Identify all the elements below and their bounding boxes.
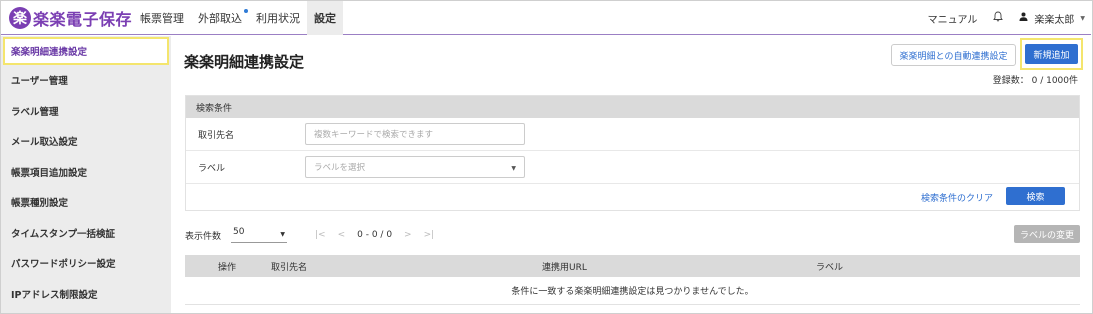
main-content: 楽楽明細連携設定 楽楽明細との自動連携設定 新規追加 登録数： 0 / 1000… <box>172 36 1092 313</box>
sidebar-item-label: ユーザー管理 <box>11 76 68 88</box>
registration-count: 登録数： 0 / 1000件 <box>992 76 1078 86</box>
nav-item-label: 利用状況 <box>256 12 300 25</box>
sidebar-item-label: パスワードポリシー設定 <box>11 259 116 271</box>
label-select-placeholder: ラベルを選択 <box>314 163 366 173</box>
chevron-down-icon: ▼ <box>511 165 516 172</box>
sidebar-item-label: 帳票項目追加設定 <box>11 167 88 179</box>
chevron-down-icon: ▼ <box>280 231 286 238</box>
sidebar-item-ip-restriction[interactable]: IPアドレス制限設定 <box>1 279 171 310</box>
sidebar-item-password-policy[interactable]: パスワードポリシー設定 <box>1 248 171 279</box>
sidebar-item-label: タイムスタンプ一括検証 <box>11 228 116 240</box>
sidebar-item-labels[interactable]: ラベル管理 <box>1 96 171 127</box>
per-page-value: 50 <box>233 227 245 237</box>
search-panel: 検索条件 取引先名 複数キーワードで検索できます ラベル ラベルを選択 ▼ 検索… <box>185 95 1080 211</box>
top-bar: 楽 楽楽電子保存 帳票管理 外部取込 利用状況 設定 マニュアル 楽楽太郎 ▼ <box>1 1 1091 35</box>
sidebar-item-users[interactable]: ユーザー管理 <box>1 65 171 96</box>
partner-search-input[interactable]: 複数キーワードで検索できます <box>305 123 525 145</box>
manual-link[interactable]: マニュアル <box>928 11 978 26</box>
sidebar-item-timestamp-verify[interactable]: タイムスタンプ一括検証 <box>1 218 171 249</box>
logo-mark-icon: 楽 <box>9 7 31 29</box>
sidebar-item-label: 楽楽明細連携設定 <box>11 47 88 58</box>
sidebar-item-label: IPアドレス制限設定 <box>11 289 98 301</box>
sidebar-item-label: ラベル管理 <box>11 106 59 118</box>
label-filter-label: ラベル <box>198 163 226 174</box>
search-button[interactable]: 検索 <box>1006 187 1065 205</box>
nav-item-label: 外部取込 <box>198 12 242 25</box>
partner-label: 取引先名 <box>198 130 235 141</box>
label-select[interactable]: ラベルを選択 ▼ <box>305 156 525 178</box>
nav-item-settings[interactable]: 設定 <box>307 1 343 35</box>
table-header: 操作 取引先名 連携用URL ラベル <box>185 255 1080 277</box>
nav-item-external-import[interactable]: 外部取込 <box>191 1 249 35</box>
new-button-highlight: 新規追加 <box>1020 38 1083 70</box>
app-logo[interactable]: 楽 楽楽電子保存 <box>9 7 132 29</box>
add-new-button[interactable]: 新規追加 <box>1025 44 1078 64</box>
chevron-down-icon: ▼ <box>1080 14 1085 22</box>
notification-dot-icon <box>244 9 248 13</box>
prev-page-icon[interactable]: < <box>338 230 346 240</box>
user-icon <box>1019 12 1028 24</box>
auto-link-settings-button[interactable]: 楽楽明細との自動連携設定 <box>891 44 1016 66</box>
column-header-label[interactable]: ラベル <box>816 255 843 277</box>
sidebar-item-label: 帳票種別設定 <box>11 198 69 210</box>
nav-item-label: 帳票管理 <box>140 12 184 25</box>
nav-item-usage[interactable]: 利用状況 <box>249 1 307 35</box>
per-page-select[interactable]: 50 ▼ <box>231 227 288 243</box>
label-row: ラベル ラベルを選択 ▼ <box>186 151 1079 183</box>
pager-nav: |< < 0 - 0 / 0 > >| <box>315 230 446 240</box>
top-right-menu: マニュアル 楽楽太郎 ▼ <box>928 1 1085 35</box>
nav-item-documents[interactable]: 帳票管理 <box>133 1 191 35</box>
nav-item-label: 設定 <box>314 12 336 25</box>
pagination-bar: 表示件数 50 ▼ |< < 0 - 0 / 0 > >| <box>185 227 446 243</box>
sidebar-item-label: メール取込設定 <box>11 137 78 149</box>
sidebar: 楽楽明細連携設定 ユーザー管理 ラベル管理 メール取込設定 帳票項目追加設定 帳… <box>1 36 171 313</box>
user-name: 楽楽太郎 <box>1034 14 1075 26</box>
empty-results-message: 条件に一致する楽楽明細連携設定は見つかりませんでした。 <box>185 277 1080 305</box>
change-label-button[interactable]: ラベルの変更 <box>1014 225 1080 243</box>
row-divider <box>186 183 1079 184</box>
column-header-partner[interactable]: 取引先名 <box>271 255 307 277</box>
partner-row: 取引先名 複数キーワードで検索できます <box>186 118 1079 150</box>
clear-conditions-link[interactable]: 検索条件のクリア <box>921 191 993 204</box>
next-page-icon[interactable]: > <box>404 230 412 240</box>
sidebar-item-rakuraku-meisai[interactable]: 楽楽明細連携設定 <box>3 37 169 65</box>
per-page-label: 表示件数 <box>185 231 222 242</box>
sidebar-item-document-types[interactable]: 帳票種別設定 <box>1 187 171 218</box>
column-header-actions: 操作 <box>218 262 237 273</box>
column-header-url[interactable]: 連携用URL <box>542 255 587 277</box>
search-panel-heading: 検索条件 <box>186 96 1079 118</box>
user-menu[interactable]: 楽楽太郎 ▼ <box>1019 11 1085 26</box>
sidebar-item-document-fields[interactable]: 帳票項目追加設定 <box>1 157 171 188</box>
first-page-icon[interactable]: |< <box>315 230 326 240</box>
bell-icon[interactable] <box>993 11 1004 25</box>
logo-text: 楽楽電子保存 <box>33 10 133 29</box>
page-title: 楽楽明細連携設定 <box>184 53 305 71</box>
main-nav: 帳票管理 外部取込 利用状況 設定 <box>133 1 343 35</box>
sidebar-item-mail-import[interactable]: メール取込設定 <box>1 126 171 157</box>
page-info: 0 - 0 / 0 <box>357 230 393 240</box>
last-page-icon[interactable]: >| <box>424 230 435 240</box>
results-table: 操作 取引先名 連携用URL ラベル 条件に一致する楽楽明細連携設定は見つかりま… <box>185 255 1080 305</box>
